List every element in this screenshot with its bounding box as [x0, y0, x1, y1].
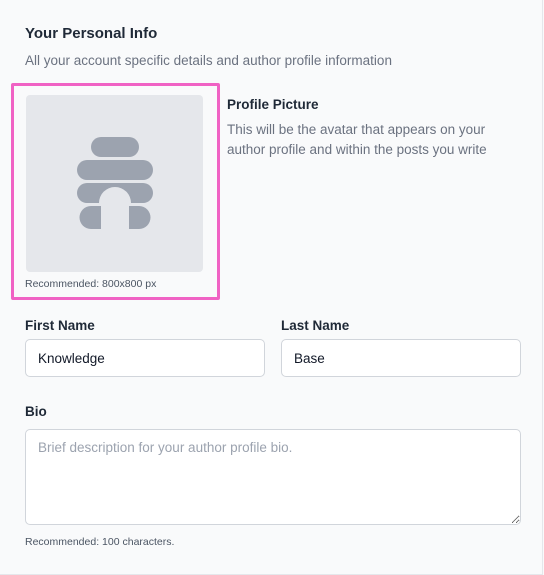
first-name-input[interactable] [25, 339, 265, 377]
beehive-placeholder-icon [77, 137, 153, 229]
last-name-label: Last Name [281, 318, 350, 333]
profile-picture-upload[interactable] [26, 95, 203, 272]
profile-picture-description: This will be the avatar that appears on … [227, 122, 487, 157]
bio-recommendation: Recommended: 100 characters. [25, 536, 175, 548]
personal-info-card: Your Personal Info All your account spec… [0, 0, 543, 575]
bio-textarea[interactable] [25, 429, 521, 525]
section-title: Your Personal Info [25, 25, 158, 42]
first-name-label: First Name [25, 318, 95, 333]
section-subtitle: All your account specific details and au… [25, 53, 392, 68]
profile-picture-recommendation: Recommended: 800x800 px [25, 278, 157, 290]
bio-label: Bio [25, 404, 47, 419]
profile-picture-title: Profile Picture [227, 97, 319, 112]
last-name-input[interactable] [281, 339, 521, 377]
